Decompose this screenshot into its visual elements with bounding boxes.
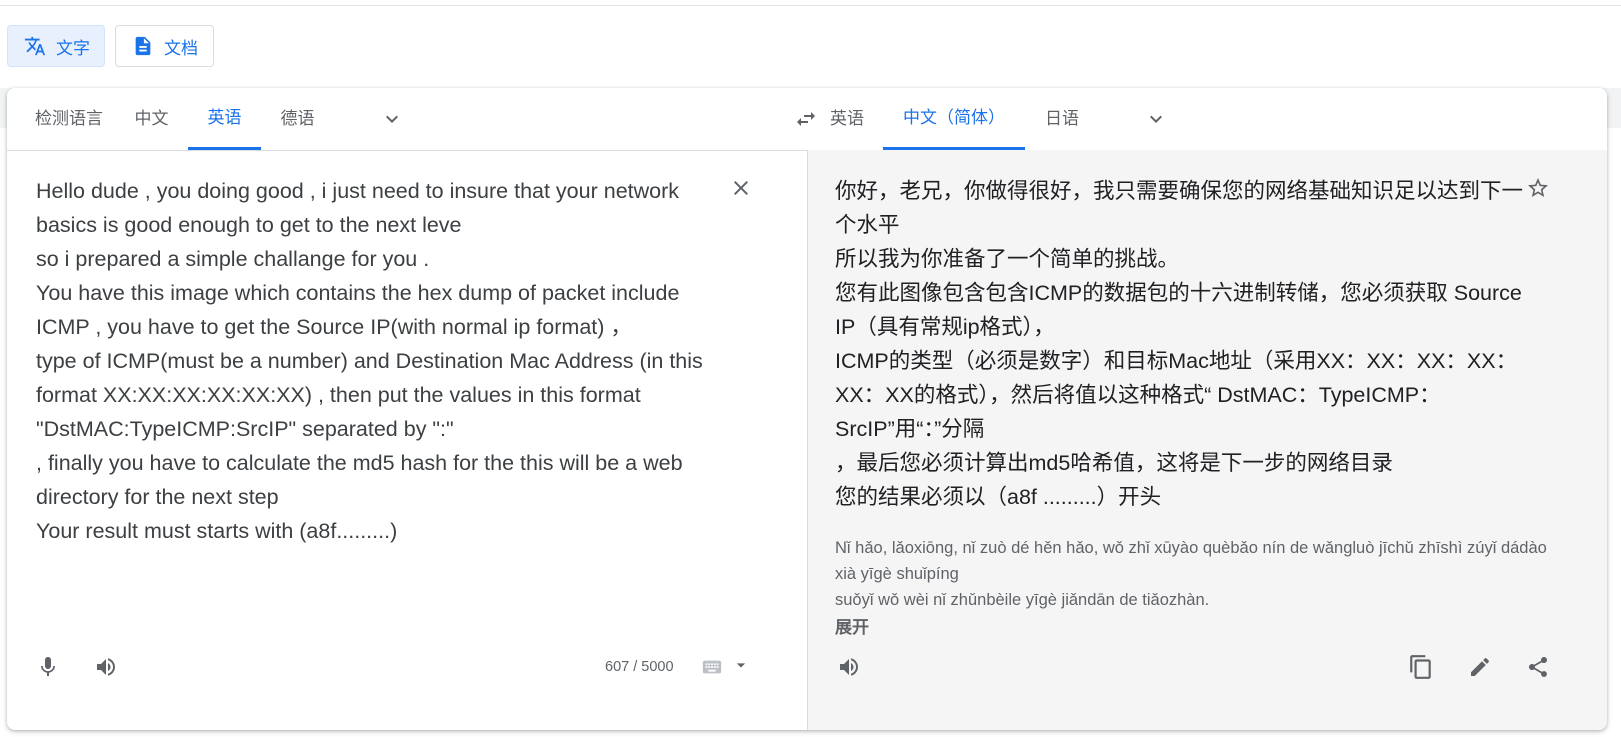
copy-icon[interactable] [1407, 653, 1435, 681]
source-listen-icon[interactable] [92, 653, 120, 681]
tab-detect-language[interactable]: 检测语言 [19, 88, 119, 150]
text-mode-button[interactable]: 文字 [7, 25, 105, 67]
translation-pane: 你好，老兄，你做得很好，我只需要确保您的网络基础知识足以达到下一个水平 所以我为… [807, 150, 1607, 730]
edit-icon[interactable] [1466, 653, 1494, 681]
tab-source-chinese[interactable]: 中文 [124, 88, 179, 150]
tab-target-japanese[interactable]: 日语 [1033, 88, 1091, 150]
tab-target-chinese-simplified[interactable]: 中文（简体） [883, 88, 1025, 150]
tab-source-german[interactable]: 德语 [270, 88, 325, 150]
text-mode-label: 文字 [56, 38, 90, 58]
translation-listen-icon[interactable] [835, 653, 863, 681]
keyboard-icon[interactable] [699, 653, 725, 681]
expand-link[interactable]: 展开 [835, 613, 869, 638]
character-counter: 607 / 5000 [605, 659, 674, 675]
source-text-input[interactable]: Hello dude , you doing good , i just nee… [36, 174, 736, 548]
translate-icon [24, 35, 46, 57]
document-mode-button[interactable]: 文档 [115, 25, 214, 67]
translator-card: 检测语言 中文 英语 德语 英语 中文（简体） 日语 Hello dude , … [7, 88, 1607, 730]
share-icon[interactable] [1524, 653, 1552, 681]
tab-target-english[interactable]: 英语 [817, 88, 877, 150]
tab-source-english[interactable]: 英语 [188, 88, 261, 150]
star-icon[interactable] [1524, 174, 1552, 202]
translated-text: 你好，老兄，你做得很好，我只需要确保您的网络基础知识足以达到下一个水平 所以我为… [835, 179, 1524, 509]
swap-languages-icon[interactable] [794, 107, 818, 131]
keyboard-dropdown-icon[interactable] [731, 651, 751, 679]
target-more-languages-icon[interactable] [1144, 107, 1168, 131]
pinyin-text: Nǐ hǎo, lǎoxiōng, nǐ zuò dé hěn hǎo, wǒ … [835, 539, 1547, 609]
clear-text-icon[interactable] [727, 174, 755, 202]
top-divider [0, 0, 1621, 6]
document-mode-label: 文档 [164, 38, 198, 58]
language-bar: 检测语言 中文 英语 德语 英语 中文（简体） 日语 [7, 88, 1607, 151]
document-icon [132, 35, 154, 57]
source-more-languages-icon[interactable] [380, 107, 404, 131]
microphone-icon[interactable] [34, 653, 62, 681]
